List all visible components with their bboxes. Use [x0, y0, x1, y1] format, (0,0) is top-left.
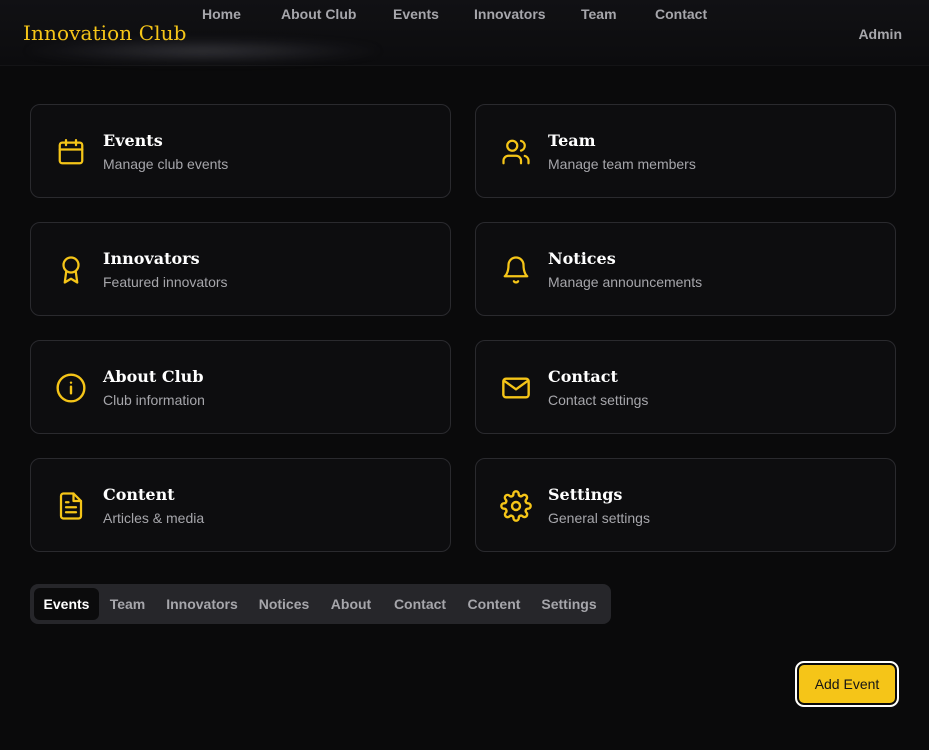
nav-link-events[interactable]: Events — [393, 6, 439, 22]
tab-team[interactable]: Team — [104, 588, 151, 620]
tab-contact[interactable]: Contact — [389, 588, 451, 620]
card-title: Settings — [548, 485, 623, 504]
add-event-button[interactable]: Add Event — [795, 661, 899, 707]
card-subtitle: Featured innovators — [103, 274, 228, 290]
card-subtitle: Club information — [103, 392, 205, 408]
card-subtitle: Manage team members — [548, 156, 696, 172]
card-contact[interactable]: Contact Contact settings — [475, 340, 896, 434]
nav-link-team[interactable]: Team — [581, 6, 617, 22]
tab-content[interactable]: Content — [463, 588, 525, 620]
gear-icon — [500, 490, 532, 522]
nav-link-contact[interactable]: Contact — [655, 6, 707, 22]
card-content[interactable]: Content Articles & media — [30, 458, 451, 552]
card-title: Content — [103, 485, 175, 504]
nav-link-innovators[interactable]: Innovators — [474, 6, 546, 22]
bell-icon — [500, 254, 532, 286]
nav-link-home[interactable]: Home — [202, 6, 241, 22]
tab-about[interactable]: About — [326, 588, 376, 620]
card-title: Innovators — [103, 249, 200, 268]
card-settings[interactable]: Settings General settings — [475, 458, 896, 552]
users-icon — [500, 136, 532, 168]
card-about-club[interactable]: About Club Club information — [30, 340, 451, 434]
admin-user-menu[interactable]: Admin — [858, 26, 902, 42]
section-tabs: Events Team Innovators Notices About Con… — [30, 584, 611, 624]
card-title: About Club — [103, 367, 204, 386]
card-title: Team — [548, 131, 596, 150]
tab-events[interactable]: Events — [34, 588, 99, 620]
card-subtitle: General settings — [548, 510, 650, 526]
card-title: Contact — [548, 367, 618, 386]
tab-notices[interactable]: Notices — [254, 588, 314, 620]
award-icon — [55, 254, 87, 286]
tab-settings[interactable]: Settings — [537, 588, 601, 620]
card-subtitle: Manage announcements — [548, 274, 703, 290]
card-notices[interactable]: Notices Manage announcements — [475, 222, 896, 316]
tab-innovators[interactable]: Innovators — [162, 588, 242, 620]
card-title: Events — [103, 131, 163, 150]
card-subtitle: Contact settings — [548, 392, 649, 408]
main-nav: Home About Club Events Innovators Team C… — [0, 6, 929, 26]
card-events[interactable]: Events Manage club events — [30, 104, 451, 198]
card-subtitle: Articles & media — [103, 510, 205, 526]
mail-icon — [500, 372, 532, 404]
calendar-icon — [55, 136, 87, 168]
card-team[interactable]: Team Manage team members — [475, 104, 896, 198]
card-subtitle: Manage club events — [103, 156, 229, 172]
file-text-icon — [55, 490, 87, 522]
card-title: Notices — [548, 249, 616, 268]
info-icon — [55, 372, 87, 404]
top-navbar: Innovation Club Home About Club Events I… — [0, 0, 929, 66]
card-innovators[interactable]: Innovators Featured innovators — [30, 222, 451, 316]
nav-link-about-club[interactable]: About Club — [281, 6, 356, 22]
